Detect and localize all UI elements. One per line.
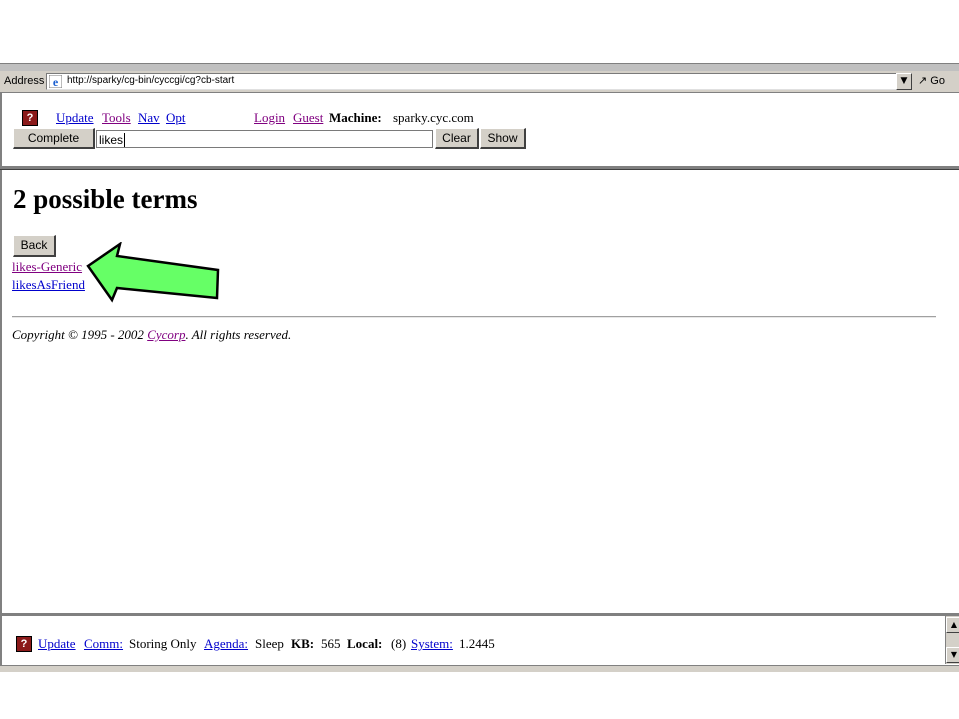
complete-button[interactable]: Complete	[13, 128, 95, 149]
status-help-icon[interactable]: ?	[16, 636, 32, 652]
cycorp-link[interactable]: Cycorp	[147, 327, 185, 342]
go-label: Go	[930, 75, 945, 87]
agenda-value: Sleep	[255, 636, 284, 651]
guest-link[interactable]: Guest	[293, 110, 323, 126]
scroll-up-icon[interactable]: ▲	[946, 617, 959, 633]
arrow-shape	[86, 242, 220, 303]
cyc-toolbar-frame: ? Update Tools Nav Opt Login Guest Machi…	[0, 93, 959, 167]
system-value: 1.2445	[459, 636, 495, 651]
machine-value: sparky.cyc.com	[393, 110, 474, 125]
agenda-link[interactable]: Agenda:	[204, 636, 248, 652]
svg-text:e: e	[53, 75, 59, 88]
tools-link[interactable]: Tools	[102, 110, 131, 126]
copyright-notice: Copyright © 1995 - 2002 Cycorp. All righ…	[12, 327, 291, 343]
comm-value: Storing Only	[129, 636, 197, 651]
status-scrollbar[interactable]: ▲ ▼	[945, 616, 959, 664]
login-link[interactable]: Login	[254, 110, 285, 126]
address-input[interactable]: e http://sparky/cg-bin/cyccgi/cg?cb-star…	[46, 73, 898, 90]
show-button[interactable]: Show	[480, 128, 526, 149]
copyright-prefix: Copyright © 1995 - 2002	[12, 327, 148, 342]
copyright-suffix: . All rights reserved.	[185, 327, 292, 342]
address-bar: Address e http://sparky/cg-bin/cyccgi/cg…	[0, 71, 959, 93]
scroll-down-icon[interactable]: ▼	[946, 647, 959, 663]
address-label: Address	[4, 75, 45, 87]
local-value: (8)	[391, 636, 407, 651]
back-button[interactable]: Back	[13, 235, 56, 257]
text-cursor	[124, 133, 126, 147]
term-input-value: likes	[99, 133, 124, 147]
status-update-link[interactable]: Update	[38, 636, 76, 652]
green-arrow-annotation	[86, 242, 220, 303]
ie-page-icon: e	[49, 75, 62, 88]
term-search-input[interactable]: likes	[96, 130, 433, 148]
status-frame: ? Update Comm: Storing Only Agenda: Slee…	[0, 616, 959, 666]
kb-value: 565	[321, 636, 341, 651]
address-url: http://sparky/cg-bin/cyccgi/cg?cb-start	[67, 75, 235, 86]
machine-label: Machine:	[329, 110, 382, 125]
term-link-likes-as-friend[interactable]: likesAsFriend	[12, 277, 85, 293]
nav-link[interactable]: Nav	[138, 110, 160, 126]
horizontal-rule	[12, 316, 936, 318]
address-dropdown-button[interactable]: ▼	[896, 73, 912, 90]
kb-label: KB:	[291, 636, 315, 651]
results-frame: 2 possible terms Back likes-Generic like…	[0, 170, 959, 614]
update-link[interactable]: Update	[56, 110, 94, 126]
system-link[interactable]: System:	[411, 636, 453, 652]
opt-link[interactable]: Opt	[166, 110, 186, 126]
clear-button[interactable]: Clear	[435, 128, 479, 149]
local-label: Local:	[347, 636, 383, 651]
term-link-likes-generic[interactable]: likes-Generic	[12, 259, 82, 275]
go-arrow-icon: ↗	[918, 75, 928, 87]
help-icon[interactable]: ?	[22, 110, 38, 126]
go-button[interactable]: ↗ Go	[918, 74, 945, 87]
comm-link[interactable]: Comm:	[84, 636, 123, 652]
browser-status-strip	[0, 665, 959, 672]
page-title: 2 possible terms	[13, 184, 198, 214]
